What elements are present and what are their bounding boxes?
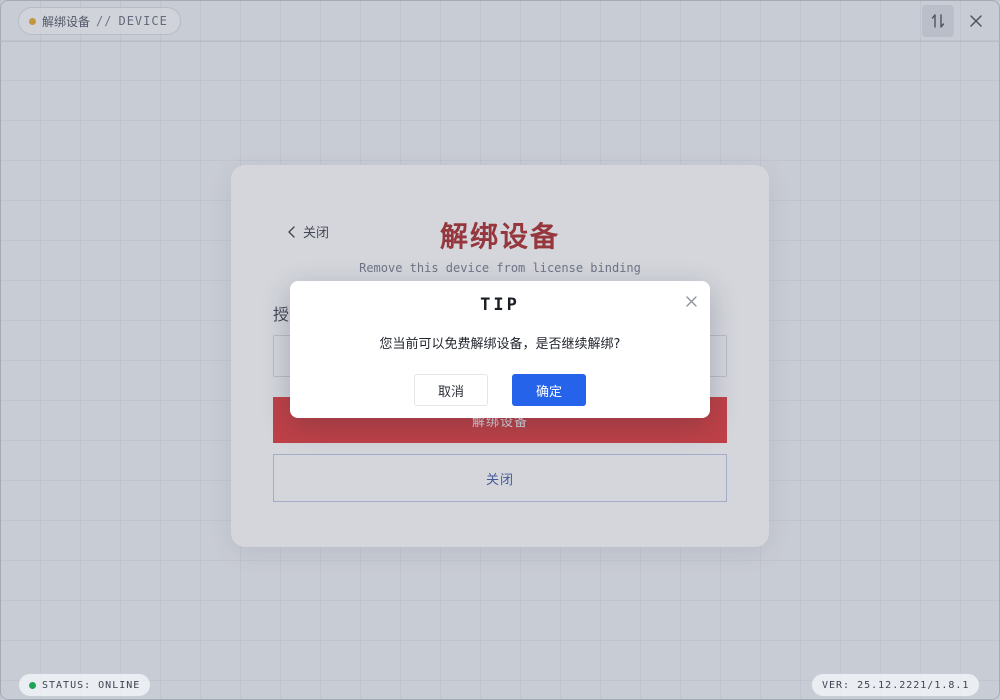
dialog-title: TIP [480,295,520,315]
close-icon [685,295,697,307]
cancel-button[interactable]: 取消 [414,374,488,406]
version-text: VER: 25.12.2221/1.8.1 [822,679,970,691]
status-dot-icon [29,681,36,689]
confirm-button[interactable]: 确定 [512,374,586,406]
dialog-message: 您当前可以免费解绑设备，是否继续解绑? [379,337,621,352]
tip-dialog: TIP 您当前可以免费解绑设备，是否继续解绑? 取消 确定 [290,281,710,418]
status-badge: STATUS: ONLINE [18,673,152,697]
version-badge: VER: 25.12.2221/1.8.1 [811,673,981,697]
status-text: STATUS: ONLINE [42,679,141,691]
dialog-close-button[interactable] [682,292,700,310]
